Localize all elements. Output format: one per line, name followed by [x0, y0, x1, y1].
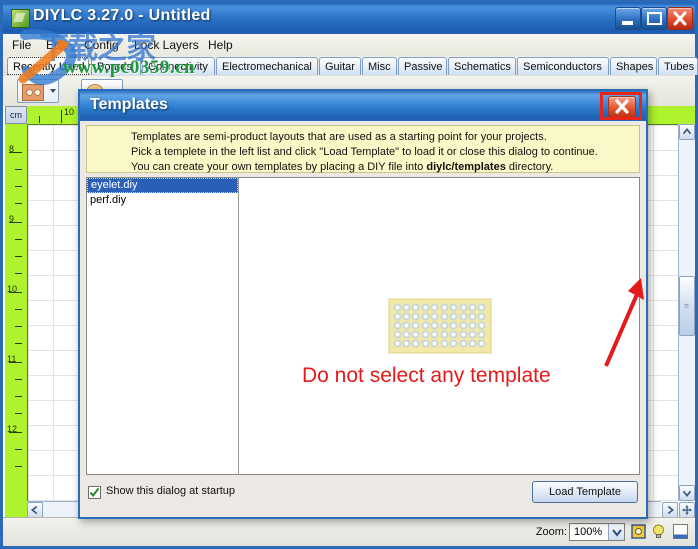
dialog-title: Templates: [90, 96, 168, 113]
zoom-combobox[interactable]: 100%: [569, 523, 625, 541]
info-line-2: Pick a templete in the left list and cli…: [131, 146, 598, 158]
info-line-3-bold: diylc/templates: [426, 161, 506, 173]
template-preview-panel: [240, 178, 639, 474]
list-item-perf[interactable]: perf.diy: [87, 193, 238, 208]
tab-tubes[interactable]: Tubes: [658, 57, 698, 75]
chevron-down-icon-scroll: [682, 490, 692, 498]
dialog-body: eyelet.diy perf.diy Do not select any te…: [86, 177, 644, 475]
ic-socket-icon: [22, 84, 44, 101]
checkmark-icon: [89, 487, 100, 498]
info-line-3: You can create your own templates by pla…: [131, 160, 633, 174]
annotation-arrow-icon: [604, 278, 644, 367]
load-template-button[interactable]: Load Template: [532, 481, 638, 503]
zoom-value: 100%: [574, 526, 603, 538]
scroll-left-button[interactable]: [27, 502, 43, 518]
tab-connectivity[interactable]: Connectivity: [142, 57, 215, 75]
template-list[interactable]: eyelet.diy perf.diy: [87, 178, 239, 474]
scroll-grip-icon: ≡: [684, 301, 690, 311]
status-panel-icon[interactable]: [672, 523, 689, 540]
perfboard-preview: [388, 298, 491, 354]
scroll-down-button[interactable]: [679, 485, 695, 501]
info-line-3-pre: You can create your own templates by pla…: [131, 161, 427, 173]
dialog-info-panel: Templates are semi-product layouts that …: [86, 125, 640, 173]
ruler-unit-label[interactable]: cm: [5, 106, 27, 124]
show-at-startup-checkbox[interactable]: [88, 486, 101, 499]
menu-file[interactable]: File: [7, 37, 36, 53]
tab-recently-used[interactable]: Recently Used: [7, 57, 89, 75]
ruler-v-label-8: 8: [9, 144, 15, 154]
scroll-up-button[interactable]: [679, 124, 695, 140]
main-window: DIYLC 3.27.0 - Untitled File Edit Config…: [0, 0, 698, 549]
tab-guitar[interactable]: Guitar: [319, 57, 361, 75]
menu-lock-layers[interactable]: Lock Layers: [129, 37, 204, 53]
chevron-right-icon: [667, 505, 675, 515]
chevron-down-icon[interactable]: [50, 89, 56, 93]
ruler-v-label-11: 11: [7, 354, 17, 364]
zoom-dropdown-arrow[interactable]: [608, 524, 624, 540]
tab-shapes[interactable]: Shapes: [610, 57, 657, 75]
window-title: DIYLC 3.27.0 - Untitled: [33, 7, 211, 24]
vertical-ruler[interactable]: 8 9 10 11 12: [5, 124, 28, 518]
window-maximize-button[interactable]: [641, 7, 667, 30]
hint-bulb-icon[interactable]: [650, 523, 667, 540]
menu-config[interactable]: Config: [79, 37, 124, 53]
menu-edit[interactable]: Edit: [41, 37, 72, 53]
dialog-footer: Show this dialog at startup Load Templat…: [86, 477, 640, 513]
component-tab-strip: Recently Used Boards Connectivity Electr…: [3, 56, 698, 77]
tab-boards[interactable]: Boards: [91, 57, 141, 75]
info-line-3-post: directory.: [505, 161, 554, 173]
fit-to-screen-icon[interactable]: [630, 523, 647, 540]
app-icon: [11, 9, 30, 28]
minimize-icon: [622, 21, 633, 25]
chevron-down-icon-zoom: [612, 529, 622, 537]
ruler-h-label-10: 10: [64, 107, 75, 117]
ruler-v-label-12: 12: [7, 424, 18, 434]
canvas-vertical-scrollbar[interactable]: ≡: [678, 124, 695, 501]
show-at-startup-label[interactable]: Show this dialog at startup: [106, 485, 235, 497]
tab-schematics[interactable]: Schematics: [448, 57, 516, 75]
tab-misc[interactable]: Misc: [362, 57, 397, 75]
zoom-label: Zoom:: [535, 526, 567, 538]
chevron-up-icon: [682, 127, 692, 135]
chevron-left-icon: [30, 505, 38, 515]
info-line-1: Templates are semi-product layouts that …: [131, 131, 547, 143]
ruler-v-label-9: 9: [9, 214, 15, 224]
status-bar: Zoom: 100%: [3, 517, 695, 546]
scroll-right-button[interactable]: [662, 502, 678, 518]
menu-bar: File Edit Config Lock Layers Help: [3, 34, 695, 57]
vertical-scroll-thumb[interactable]: ≡: [679, 276, 695, 336]
tab-passive[interactable]: Passive: [398, 57, 447, 75]
window-close-button[interactable]: [667, 7, 693, 30]
templates-dialog: Templates Templates are semi-product lay…: [78, 89, 648, 519]
scroll-resize-corner[interactable]: [679, 502, 695, 518]
ruler-v-label-10: 10: [7, 284, 18, 294]
list-item-eyelet[interactable]: eyelet.diy: [87, 178, 238, 193]
component-button-1[interactable]: [17, 79, 59, 103]
window-minimize-button[interactable]: [615, 7, 641, 30]
close-button-highlight: [600, 92, 642, 120]
window-titlebar: DIYLC 3.27.0 - Untitled: [3, 3, 695, 34]
menu-help[interactable]: Help: [203, 37, 238, 53]
close-icon: [673, 11, 687, 26]
move-resize-icon: [682, 505, 692, 515]
tab-semiconductors[interactable]: Semiconductors: [517, 57, 609, 75]
dialog-titlebar: Templates: [80, 91, 646, 121]
maximize-icon: [647, 12, 662, 25]
tab-electromechanical[interactable]: Electromechanical: [216, 57, 318, 75]
annotation-text: Do not select any template: [302, 364, 551, 387]
